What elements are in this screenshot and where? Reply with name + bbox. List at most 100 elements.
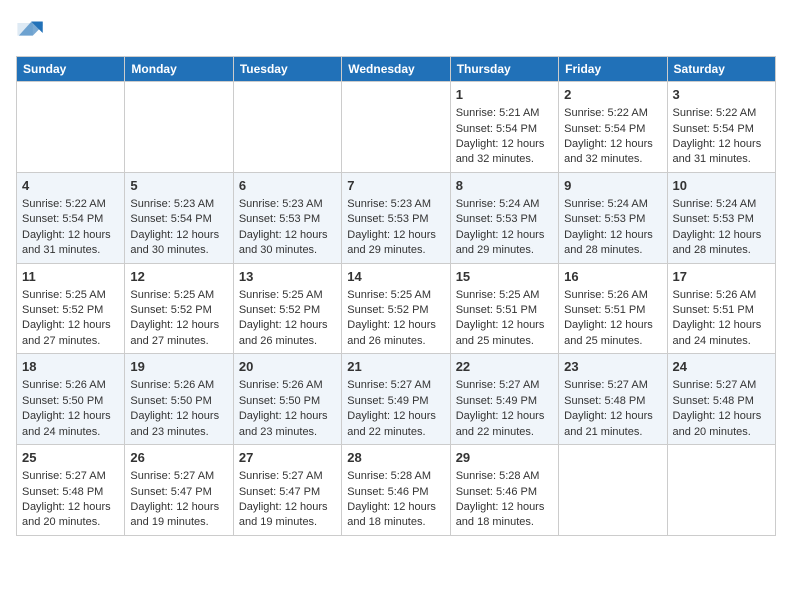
calendar-cell: 13 Sunrise: 5:25 AMSunset: 5:52 PMDayligh… bbox=[233, 263, 341, 354]
day-info: Sunrise: 5:26 AM bbox=[22, 378, 119, 393]
day-info: Sunset: 5:46 PM bbox=[456, 485, 553, 500]
day-number: 13 bbox=[239, 268, 336, 286]
day-info: Daylight: 12 hours and 26 minutes. bbox=[347, 318, 444, 349]
day-info: Sunset: 5:48 PM bbox=[564, 394, 661, 409]
day-number: 16 bbox=[564, 268, 661, 286]
calendar-cell: 7Sunrise: 5:23 AMSunset: 5:53 PMDaylight… bbox=[342, 172, 450, 263]
day-number: 19 bbox=[130, 358, 227, 376]
day-info: Sunrise: 5:25 AM bbox=[456, 288, 553, 303]
day-info: Daylight: 12 hours and 29 minutes. bbox=[456, 228, 553, 259]
day-info: Sunrise: 5:26 AM bbox=[564, 288, 661, 303]
day-number: 17 bbox=[673, 268, 770, 286]
day-info: Sunrise: 5:26 AM bbox=[130, 378, 227, 393]
calendar-week-row: 11Sunrise: 5:25 AMSunset: 5:52 PMDayligh… bbox=[17, 263, 776, 354]
calendar-cell bbox=[559, 445, 667, 536]
day-info: Sunrise: 5:22 AM bbox=[22, 197, 119, 212]
calendar-cell: 29Sunrise: 5:28 AMSunset: 5:46 PMDayligh… bbox=[450, 445, 558, 536]
day-number: 8 bbox=[456, 177, 553, 195]
calendar-cell: 24Sunrise: 5:27 AMSunset: 5:48 PMDayligh… bbox=[667, 354, 775, 445]
day-info: Daylight: 12 hours and 25 minutes. bbox=[456, 318, 553, 349]
day-info: Sunset: 5:46 PM bbox=[347, 485, 444, 500]
day-info: Daylight: 12 hours and 32 minutes. bbox=[456, 137, 553, 168]
calendar-week-row: 4Sunrise: 5:22 AMSunset: 5:54 PMDaylight… bbox=[17, 172, 776, 263]
calendar-cell: 14Sunrise: 5:25 AMSunset: 5:52 PMDayligh… bbox=[342, 263, 450, 354]
calendar-cell: 12Sunrise: 5:25 AMSunset: 5:52 PMDayligh… bbox=[125, 263, 233, 354]
calendar-cell: 2Sunrise: 5:22 AMSunset: 5:54 PMDaylight… bbox=[559, 82, 667, 173]
day-info: Sunrise: 5:28 AM bbox=[456, 469, 553, 484]
day-info: Sunrise: 5:27 AM bbox=[347, 378, 444, 393]
day-info: Sunrise: 5:26 AM bbox=[239, 378, 336, 393]
day-info: Sunrise: 5:23 AM bbox=[239, 197, 336, 212]
day-info: Sunrise: 5:27 AM bbox=[130, 469, 227, 484]
day-info: Sunrise: 5:27 AM bbox=[22, 469, 119, 484]
day-info: Sunset: 5:52 PM bbox=[22, 303, 119, 318]
day-info: Daylight: 12 hours and 22 minutes. bbox=[456, 409, 553, 440]
day-info: Daylight: 12 hours and 18 minutes. bbox=[347, 500, 444, 531]
day-number: 11 bbox=[22, 268, 119, 286]
calendar-cell: 25 Sunrise: 5:27 AMSunset: 5:48 PMDayligh… bbox=[17, 445, 125, 536]
day-info: Daylight: 12 hours and 31 minutes. bbox=[673, 137, 770, 168]
weekday-header: Wednesday bbox=[342, 57, 450, 82]
calendar-cell: 15Sunrise: 5:25 AMSunset: 5:51 PMDayligh… bbox=[450, 263, 558, 354]
calendar-cell: 27Sunrise: 5:27 AMSunset: 5:47 PMDayligh… bbox=[233, 445, 341, 536]
day-number: 14 bbox=[347, 268, 444, 286]
calendar-cell: 8Sunrise: 5:24 AMSunset: 5:53 PMDaylight… bbox=[450, 172, 558, 263]
day-info: Sunrise: 5:27 AM bbox=[673, 378, 770, 393]
day-info: Sunrise: 5:24 AM bbox=[564, 197, 661, 212]
calendar-cell bbox=[17, 82, 125, 173]
day-number: 3 bbox=[673, 86, 770, 104]
day-info: Daylight: 12 hours and 21 minutes. bbox=[564, 409, 661, 440]
day-number: 26 bbox=[130, 449, 227, 467]
day-info: Sunrise: 5:27 AM bbox=[564, 378, 661, 393]
calendar-cell: 23Sunrise: 5:27 AMSunset: 5:48 PMDayligh… bbox=[559, 354, 667, 445]
day-info: Sunrise: 5:21 AM bbox=[456, 106, 553, 121]
day-info: Sunset: 5:52 PM bbox=[130, 303, 227, 318]
calendar-cell: 11Sunrise: 5:25 AMSunset: 5:52 PMDayligh… bbox=[17, 263, 125, 354]
day-info: Daylight: 12 hours and 26 minutes. bbox=[239, 318, 336, 349]
calendar-cell: 16 Sunrise: 5:26 AMSunset: 5:51 PMDayligh… bbox=[559, 263, 667, 354]
day-info: Sunset: 5:52 PM bbox=[239, 303, 336, 318]
day-info: Sunset: 5:54 PM bbox=[456, 122, 553, 137]
day-info: Sunset: 5:47 PM bbox=[239, 485, 336, 500]
day-info: Sunrise: 5:23 AM bbox=[347, 197, 444, 212]
day-info: Sunrise: 5:24 AM bbox=[673, 197, 770, 212]
day-number: 24 bbox=[673, 358, 770, 376]
day-info: Daylight: 12 hours and 22 minutes. bbox=[347, 409, 444, 440]
logo-icon bbox=[16, 16, 44, 44]
calendar-cell: 26Sunrise: 5:27 AMSunset: 5:47 PMDayligh… bbox=[125, 445, 233, 536]
calendar-table: SundayMondayTuesdayWednesdayThursdayFrid… bbox=[16, 56, 776, 536]
day-info: Daylight: 12 hours and 30 minutes. bbox=[239, 228, 336, 259]
day-info: Sunset: 5:53 PM bbox=[239, 212, 336, 227]
day-info: Sunset: 5:50 PM bbox=[130, 394, 227, 409]
day-info: Daylight: 12 hours and 31 minutes. bbox=[22, 228, 119, 259]
day-info: Daylight: 12 hours and 24 minutes. bbox=[22, 409, 119, 440]
calendar-cell: 3Sunrise: 5:22 AMSunset: 5:54 PMDaylight… bbox=[667, 82, 775, 173]
day-info: Daylight: 12 hours and 25 minutes. bbox=[564, 318, 661, 349]
day-info: Sunrise: 5:25 AM bbox=[347, 288, 444, 303]
day-info: Daylight: 12 hours and 30 minutes. bbox=[130, 228, 227, 259]
day-number: 9 bbox=[564, 177, 661, 195]
day-info: Sunrise: 5:26 AM bbox=[673, 288, 770, 303]
day-info: Daylight: 12 hours and 20 minutes. bbox=[22, 500, 119, 531]
calendar-cell bbox=[233, 82, 341, 173]
day-info: Sunset: 5:53 PM bbox=[673, 212, 770, 227]
day-info: Daylight: 12 hours and 23 minutes. bbox=[239, 409, 336, 440]
calendar-cell: 28Sunrise: 5:28 AMSunset: 5:46 PMDayligh… bbox=[342, 445, 450, 536]
day-info: Sunset: 5:49 PM bbox=[347, 394, 444, 409]
day-number: 25 bbox=[22, 449, 119, 467]
calendar-cell: 10 Sunrise: 5:24 AMSunset: 5:53 PMDayligh… bbox=[667, 172, 775, 263]
day-info: Sunrise: 5:25 AM bbox=[239, 288, 336, 303]
day-info: Daylight: 12 hours and 28 minutes. bbox=[673, 228, 770, 259]
calendar-cell: 22Sunrise: 5:27 AMSunset: 5:49 PMDayligh… bbox=[450, 354, 558, 445]
day-number: 27 bbox=[239, 449, 336, 467]
calendar-cell: 4Sunrise: 5:22 AMSunset: 5:54 PMDaylight… bbox=[17, 172, 125, 263]
calendar-week-row: 25Sunrise: 5:27 AMSunset: 5:48 PMDayligh… bbox=[17, 445, 776, 536]
day-info: Daylight: 12 hours and 24 minutes. bbox=[673, 318, 770, 349]
day-number: 10 bbox=[673, 177, 770, 195]
day-info: Sunrise: 5:24 AM bbox=[456, 197, 553, 212]
day-info: Sunset: 5:48 PM bbox=[22, 485, 119, 500]
day-info: Sunset: 5:51 PM bbox=[564, 303, 661, 318]
page-header bbox=[16, 16, 776, 44]
day-info: Daylight: 12 hours and 19 minutes. bbox=[130, 500, 227, 531]
day-number: 1 bbox=[456, 86, 553, 104]
